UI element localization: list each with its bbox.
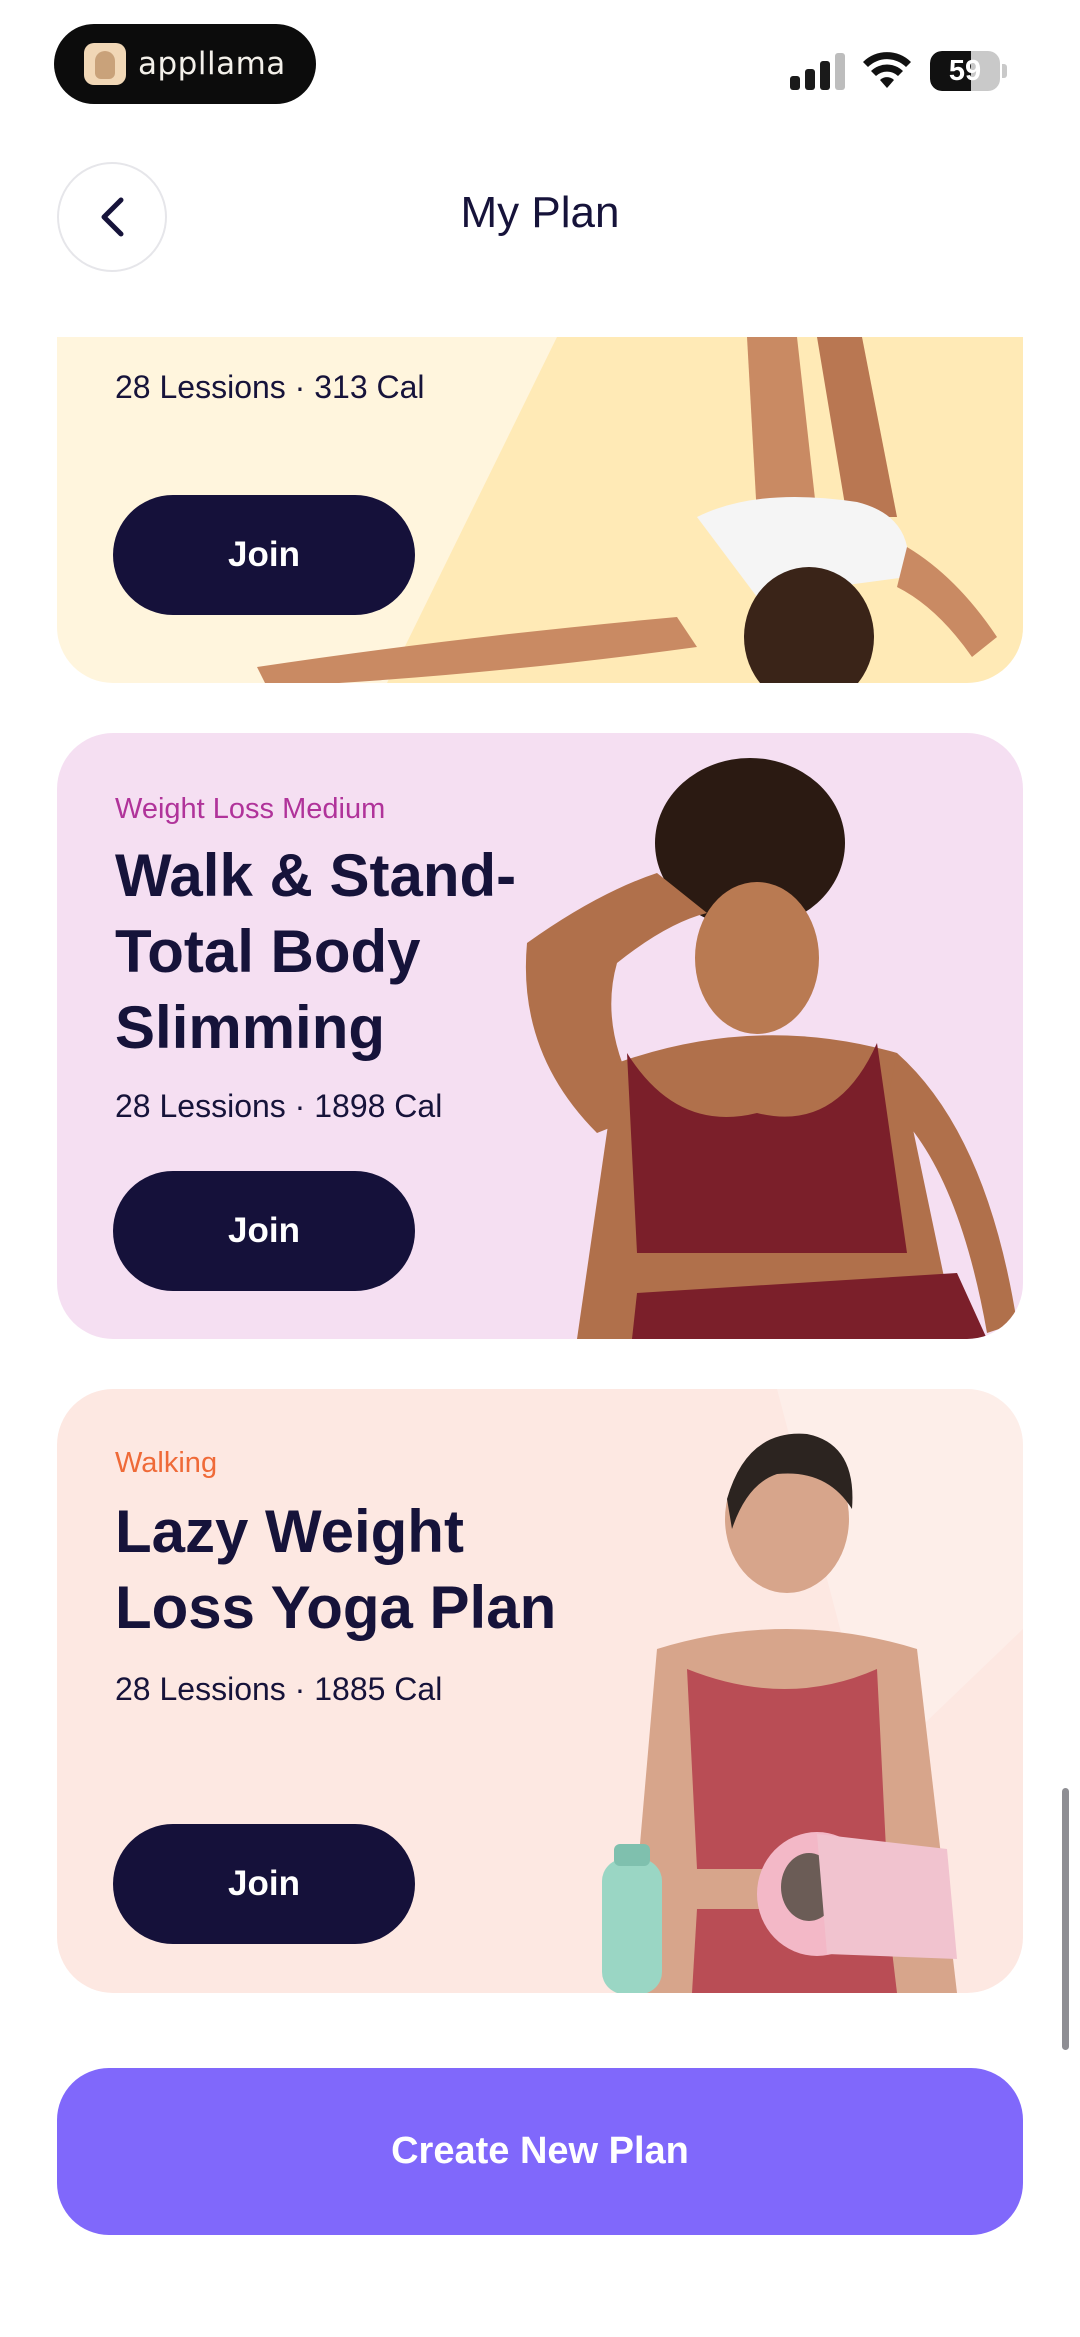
plan-card[interactable]: Walking Lazy Weight Loss Yoga Plan 28 Le… — [57, 1389, 1023, 1993]
plan-title: Lazy Weight Loss Yoga Plan — [115, 1498, 557, 1641]
join-button[interactable]: Join — [113, 1824, 415, 1944]
plan-tag: Walking — [115, 1447, 218, 1479]
llama-logo-icon — [84, 43, 126, 85]
plan-meta: 28 Lessions · 1885 Cal — [115, 1671, 443, 1707]
plan-list[interactable]: 28 Lessions · 313 Cal Join Weight Loss M… — [0, 337, 1080, 2027]
plan-meta: 28 Lessions · 1898 Cal — [115, 1088, 443, 1124]
cellular-signal-icon — [790, 52, 846, 90]
plan-card[interactable]: 28 Lessions · 313 Cal Join — [57, 337, 1023, 683]
plan-meta: 28 Lessions · 313 Cal — [115, 369, 425, 405]
plan-tag: Weight Loss Medium — [115, 793, 386, 825]
brand-name: appllama — [138, 46, 286, 82]
plan-card[interactable]: Weight Loss Medium Walk & Stand-Total Bo… — [57, 733, 1023, 1339]
join-button[interactable]: Join — [113, 1171, 415, 1291]
battery-indicator: 59 — [930, 51, 1007, 91]
page-title: My Plan — [460, 188, 620, 237]
join-button[interactable]: Join — [113, 495, 415, 615]
scrollbar[interactable] — [1062, 1788, 1069, 2050]
header: My Plan — [0, 160, 1080, 275]
brand-pill: appllama — [54, 24, 316, 104]
status-bar: appllama 59 — [0, 0, 1080, 140]
battery-level: 59 — [948, 55, 982, 87]
plan-title: Walk & Stand-Total Body Slimming — [115, 842, 517, 1061]
wifi-icon — [863, 52, 911, 88]
create-new-plan-button[interactable]: Create New Plan — [57, 2068, 1023, 2235]
